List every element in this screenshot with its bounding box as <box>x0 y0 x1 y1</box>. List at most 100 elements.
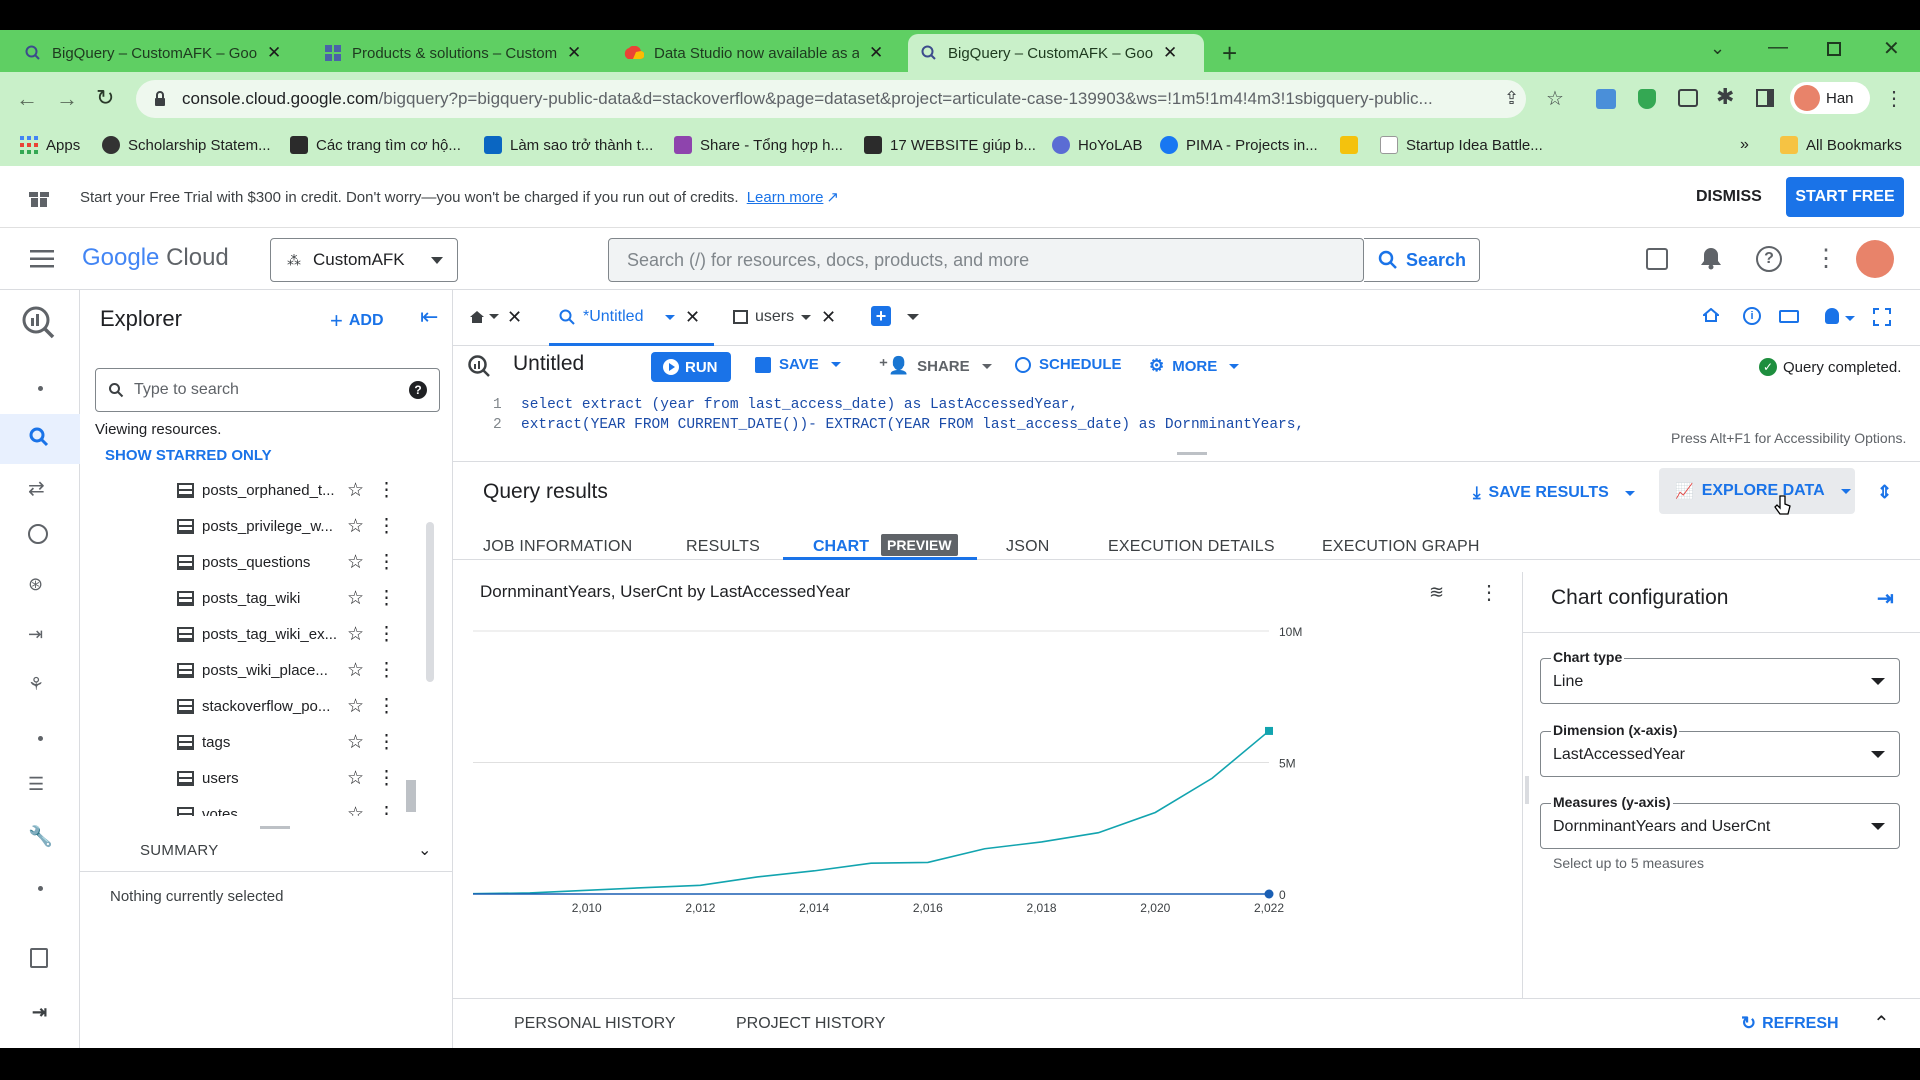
help-icon[interactable]: ? <box>409 381 427 399</box>
more-vert-icon[interactable]: ⋮ <box>377 731 396 754</box>
global-search[interactable]: Search (/) for resources, docs, products… <box>608 238 1364 282</box>
save-button[interactable]: SAVE <box>755 356 841 373</box>
add-button[interactable]: + ADD <box>330 308 384 334</box>
cloud-shell-icon[interactable] <box>1646 248 1668 270</box>
chart-type-select[interactable]: Chart type Line <box>1540 649 1900 704</box>
table-row[interactable]: posts_questions ☆ ⋮ <box>177 544 420 580</box>
new-tab-icon[interactable]: + <box>1222 38 1237 69</box>
more-vert-icon[interactable]: ⋮ <box>1479 580 1499 605</box>
sidebar-icon[interactable] <box>1756 89 1774 107</box>
tab-job-information[interactable]: JOB INFORMATION <box>483 538 632 556</box>
transfers-icon[interactable]: ⇄ <box>28 476 45 501</box>
table-row[interactable]: posts_wiki_place... ☆ ⋮ <box>177 652 420 688</box>
more-vert-icon[interactable]: ⋮ <box>377 551 396 574</box>
profile-chip[interactable]: Han <box>1790 82 1870 114</box>
bookmarks-overflow-icon[interactable]: » <box>1740 136 1749 154</box>
star-icon[interactable]: ☆ <box>347 659 364 682</box>
search-button[interactable]: Search <box>1364 238 1480 282</box>
star-icon[interactable]: ☆ <box>347 767 364 790</box>
bookmark-17-website[interactable]: 17 WEBSITE giúp b... <box>864 136 1036 154</box>
bookmark-n[interactable] <box>1340 136 1358 154</box>
table-row[interactable]: tags ☆ ⋮ <box>177 724 420 760</box>
account-avatar[interactable] <box>1856 240 1894 278</box>
tree-scroll-track[interactable] <box>426 522 434 682</box>
more-vert-icon[interactable]: ⋮ <box>377 659 396 682</box>
info-icon[interactable]: i <box>1743 307 1761 325</box>
close-panel-icon[interactable]: ⇥ <box>1877 586 1894 611</box>
collapse-panel-icon[interactable]: ⇤ <box>420 304 438 330</box>
bookmark-scholarship[interactable]: Scholarship Statem... <box>102 136 271 154</box>
analytics-hub-icon[interactable]: ⊛ <box>28 574 43 595</box>
bookmark-apps[interactable]: Apps <box>20 136 80 154</box>
browser-tab-bigquery-1[interactable]: BigQuery – CustomAFK – Googl ✕ <box>12 34 308 72</box>
star-icon[interactable]: ☆ <box>347 695 364 718</box>
tab-search-chevron-icon[interactable]: ⌄ <box>1710 38 1725 59</box>
explore-data-button[interactable]: 📈 EXPLORE DATA <box>1659 468 1855 514</box>
tab-execution-details[interactable]: EXECUTION DETAILS <box>1108 538 1275 556</box>
bookmark-startup[interactable]: Startup Idea Battle... <box>1380 136 1543 154</box>
explorer-search-input[interactable]: Type to search ? <box>95 368 440 412</box>
browser-tab-products[interactable]: Products & solutions – CustomA ✕ <box>312 34 608 72</box>
table-row[interactable]: posts_tag_wiki ☆ ⋮ <box>177 580 420 616</box>
star-icon[interactable]: ☆ <box>347 515 364 538</box>
search-icon[interactable] <box>28 426 50 448</box>
bookmark-share[interactable]: Share - Tổng hợp h... <box>674 136 843 154</box>
run-button[interactable]: RUN <box>651 352 731 382</box>
share-button[interactable]: ⁺👤 SHARE <box>879 356 992 376</box>
tab-untitled[interactable]: *Untitled ✕ <box>549 290 714 346</box>
back-icon[interactable]: ← <box>16 86 38 112</box>
summary-header[interactable]: SUMMARY ⌄ <box>80 826 453 872</box>
sql-editor[interactable]: 1 select extract (year from last_access_… <box>453 388 1920 462</box>
keyboard-icon[interactable] <box>1779 310 1799 323</box>
bigquery-logo-icon[interactable] <box>20 304 56 340</box>
list-icon[interactable]: ☰ <box>28 774 44 795</box>
browser-menu-icon[interactable]: ⋮ <box>1884 86 1904 111</box>
help-icon[interactable]: ? <box>1756 246 1782 272</box>
tab-results[interactable]: RESULTS <box>686 538 760 556</box>
line-chart[interactable]: 0 5M 10M 2,010 2,012 2,014 2,016 2,018 2,020 2,02… <box>453 620 1521 1000</box>
chevron-down-icon[interactable] <box>907 314 919 320</box>
google-cloud-logo[interactable]: Google Cloud <box>82 244 229 272</box>
personal-history-tab[interactable]: PERSONAL HISTORY <box>514 1015 676 1033</box>
table-row[interactable]: posts_privilege_w... ☆ ⋮ <box>177 508 420 544</box>
expand-collapse-icon[interactable]: ⇕ <box>1877 482 1892 503</box>
reload-icon[interactable]: ↻ <box>96 85 114 111</box>
table-row[interactable]: stackoverflow_po... ☆ ⋮ <box>177 688 420 724</box>
project-picker[interactable]: ⁂ CustomAFK <box>270 238 458 282</box>
browser-tab-datastudio[interactable]: Data Studio now available as a G ✕ <box>612 34 908 72</box>
puzzle-icon[interactable]: ✱ <box>1716 84 1734 110</box>
bookmark-cac-trang[interactable]: Các trang tìm cơ hộ... <box>290 136 461 154</box>
more-vert-icon[interactable]: ⋮ <box>377 695 396 718</box>
more-vert-icon[interactable]: ⋮ <box>1814 244 1838 273</box>
wrench-icon[interactable]: 🔧 <box>28 824 53 849</box>
hamburger-menu-icon[interactable] <box>30 250 54 268</box>
dataform-icon[interactable]: ⇥ <box>28 624 43 645</box>
lightbulb-icon[interactable] <box>1825 308 1839 324</box>
more-vert-icon[interactable]: ⋮ <box>377 623 396 646</box>
chevron-up-icon[interactable]: ⌃ <box>1873 1011 1890 1036</box>
release-notes-icon[interactable] <box>30 948 48 968</box>
bookmark-hoyolab[interactable]: HoYoLAB <box>1052 136 1143 154</box>
chevron-down-icon[interactable] <box>1845 316 1855 321</box>
restore-icon[interactable] <box>1827 42 1841 56</box>
star-icon[interactable]: ☆ <box>347 479 364 502</box>
dimension-select[interactable]: Dimension (x-axis) LastAccessedYear <box>1540 722 1900 777</box>
close-icon[interactable]: ✕ <box>1163 43 1177 63</box>
browser-tab-bigquery-active[interactable]: BigQuery – CustomAFK – Googl ✕ <box>908 34 1204 72</box>
extension-pocket-icon[interactable] <box>1678 89 1698 107</box>
close-icon[interactable]: ✕ <box>685 307 700 328</box>
tree-scrollbar-thumb[interactable] <box>406 780 416 812</box>
table-row[interactable]: posts_orphaned_t... ☆ ⋮ <box>177 472 420 508</box>
more-vert-icon[interactable]: ⋮ <box>377 767 396 790</box>
chevron-down-icon[interactable] <box>489 314 499 319</box>
forward-icon[interactable]: → <box>56 86 78 112</box>
tab-json[interactable]: JSON <box>1006 538 1049 556</box>
share-icon[interactable]: ⇪ <box>1504 88 1519 109</box>
home-icon[interactable] <box>469 310 485 324</box>
tab-execution-graph[interactable]: EXECUTION GRAPH <box>1322 538 1480 556</box>
dismiss-button[interactable]: DISMISS <box>1696 188 1762 206</box>
bookmark-all[interactable]: All Bookmarks <box>1780 136 1902 154</box>
table-row[interactable]: posts_tag_wiki_ex... ☆ ⋮ <box>177 616 420 652</box>
show-starred-link[interactable]: SHOW STARRED ONLY <box>105 447 272 464</box>
star-icon[interactable]: ☆ <box>347 803 364 817</box>
